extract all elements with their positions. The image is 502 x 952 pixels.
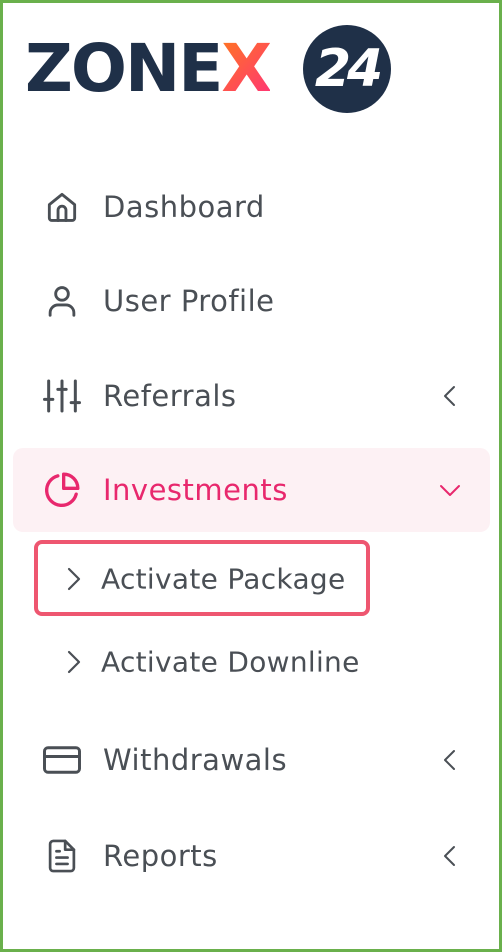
- submenu-label-activate-downline: Activate Downline: [101, 645, 360, 679]
- chevron-left-icon: [438, 384, 462, 408]
- sidebar-frame: ZONEX 24 Dashboard User Profile Referral…: [0, 0, 502, 952]
- logo-badge-number: 24: [314, 39, 383, 99]
- chevron-left-icon: [438, 844, 462, 868]
- logo-wordmark: ZONEX: [25, 29, 272, 109]
- file-text-icon: [41, 835, 83, 877]
- menu-label-investments: Investments: [103, 473, 288, 507]
- menu-item-user-profile[interactable]: User Profile: [13, 259, 490, 343]
- sliders-icon: [41, 375, 83, 417]
- menu-label-withdrawals: Withdrawals: [103, 743, 288, 777]
- brand-logo[interactable]: ZONEX 24: [25, 23, 405, 113]
- logo-text-x: X: [221, 30, 272, 107]
- submenu-item-activate-package[interactable]: Activate Package: [41, 548, 361, 610]
- submenu-label-activate-package: Activate Package: [101, 562, 346, 596]
- menu-item-reports[interactable]: Reports: [13, 814, 490, 898]
- user-icon: [41, 280, 83, 322]
- menu-label-user-profile: User Profile: [103, 284, 275, 318]
- menu-label-reports: Reports: [103, 839, 218, 873]
- menu-item-withdrawals[interactable]: Withdrawals: [13, 718, 490, 802]
- chevron-right-icon: [63, 565, 85, 593]
- credit-card-icon: [41, 739, 83, 781]
- menu-label-referrals: Referrals: [103, 379, 237, 413]
- logo-badge: 24: [303, 25, 391, 113]
- logo-text-main: ZONE: [25, 30, 223, 107]
- menu-label-dashboard: Dashboard: [103, 190, 265, 224]
- menu-item-referrals[interactable]: Referrals: [13, 354, 490, 438]
- pie-chart-icon: [41, 469, 83, 511]
- chevron-down-icon: [438, 478, 462, 502]
- menu-item-investments[interactable]: Investments: [13, 448, 490, 532]
- home-icon: [41, 186, 83, 228]
- chevron-left-icon: [438, 748, 462, 772]
- submenu-item-activate-downline[interactable]: Activate Downline: [41, 631, 381, 693]
- menu-item-dashboard[interactable]: Dashboard: [13, 165, 490, 249]
- chevron-right-icon: [63, 648, 85, 676]
